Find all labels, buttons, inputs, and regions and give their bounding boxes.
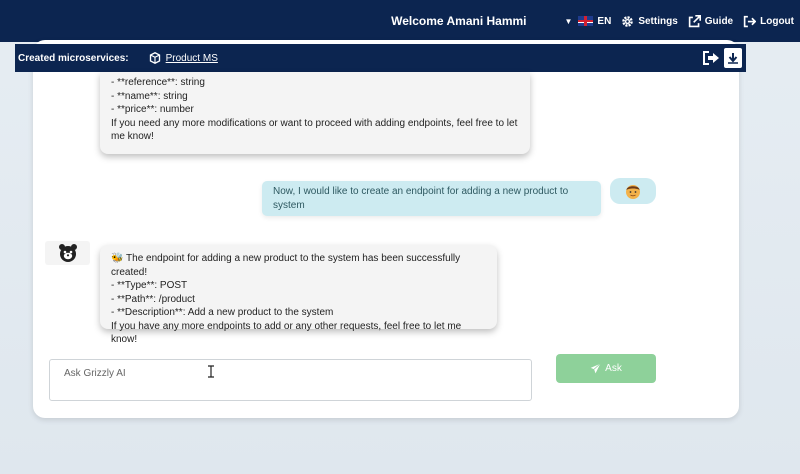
message-line: - **reference**: string [111, 77, 205, 88]
message-line: If you need any more modifications or wa… [111, 117, 518, 143]
ask-button-label: Ask [605, 363, 622, 374]
assistant-message: - **reference**: string - **name**: stri… [100, 72, 530, 154]
uk-flag-icon [578, 16, 594, 26]
ask-input[interactable] [49, 359, 532, 401]
user-message: Now, I would like to create an endpoint … [262, 181, 601, 216]
microservices-label: Created microservices: [18, 52, 129, 64]
guide-label: Guide [704, 15, 734, 27]
ask-button[interactable]: Ask [556, 354, 656, 383]
logout-label: Logout [760, 15, 794, 27]
message-text: Now, I would like to create an endpoint … [273, 186, 569, 211]
cube-icon [149, 52, 160, 64]
microservice-link[interactable]: Product MS [166, 53, 218, 64]
logout-icon [743, 15, 757, 27]
guide-link[interactable]: Guide [688, 14, 734, 28]
microservice-item[interactable]: Product MS [149, 52, 218, 64]
bot-avatar [45, 241, 90, 265]
text-cursor-icon [208, 365, 214, 378]
gear-icon [622, 15, 634, 27]
assistant-message: 🐝 The endpoint for adding a new product … [100, 245, 497, 345]
top-navbar: Welcome Amani Hammi ▼ EN Settings Guide … [0, 0, 800, 42]
chevron-down-icon: ▼ [564, 16, 573, 26]
message-line: - **Description**: Add a new product to … [111, 307, 334, 318]
user-avatar [610, 178, 656, 204]
export-button[interactable] [702, 48, 720, 68]
language-label: EN [597, 15, 612, 27]
external-link-icon [688, 14, 701, 27]
message-line: - **price**: number [111, 104, 194, 115]
message-line: If you have any more endpoints to add or… [111, 320, 462, 346]
message-line: - **Path**: /product [111, 293, 195, 305]
message-line: 🐝 The endpoint for adding a new product … [111, 253, 461, 278]
sign-out-icon [703, 51, 719, 65]
language-selector[interactable]: ▼ EN [565, 16, 612, 27]
message-line: - **Type**: POST [111, 280, 188, 291]
settings-link[interactable]: Settings [621, 15, 678, 28]
user-face-icon [626, 185, 640, 199]
welcome-text: Welcome Amani Hammi [391, 14, 527, 28]
download-button[interactable] [724, 48, 742, 68]
bear-icon [58, 244, 77, 262]
message-line: - **name**: string [111, 90, 188, 102]
logout-link[interactable]: Logout [743, 15, 794, 28]
download-icon [728, 53, 738, 64]
settings-label: Settings [638, 15, 678, 27]
microservices-bar: Created microservices: Product MS [15, 44, 746, 72]
paper-plane-icon [590, 363, 601, 374]
